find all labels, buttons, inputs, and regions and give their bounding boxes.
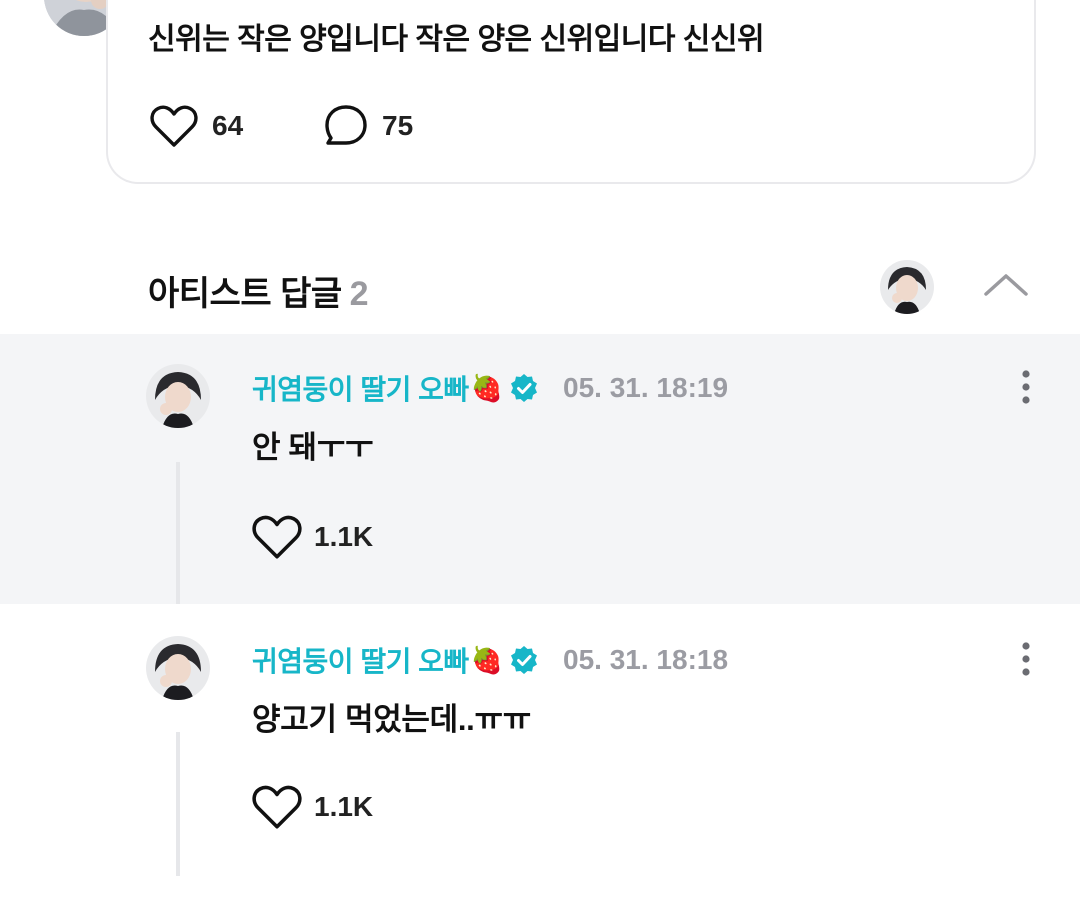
strawberry-emoji: 🍓	[470, 372, 504, 403]
post-text: 신위는 작은 양입니다 작은 양은 신위입니다 신신위	[148, 23, 765, 56]
reply-like-button[interactable]: 1.1K	[252, 784, 373, 830]
artist-avatar[interactable]	[880, 260, 934, 314]
heart-icon	[150, 105, 198, 147]
heart-icon	[252, 515, 302, 559]
reply-author-name[interactable]: 귀염둥이 딸기 오빠	[252, 368, 469, 408]
collapse-button[interactable]	[982, 270, 1030, 302]
reply-text: 안 돼ㅜㅜ	[252, 430, 374, 465]
reply-like-count: 1.1K	[314, 521, 374, 552]
verified-badge-icon	[511, 646, 538, 674]
heart-icon	[252, 785, 302, 829]
strawberry-emoji: 🍓	[470, 644, 504, 675]
thread-line	[176, 462, 180, 604]
section-title-label: 아티스트 답글	[148, 275, 342, 313]
reply-header: 귀염둥이 딸기 오빠 🍓 05. 31. 18:19	[252, 368, 728, 408]
reply-author-name[interactable]: 귀염둥이 딸기 오빠	[252, 640, 469, 680]
post-like-count: 64	[212, 110, 244, 141]
artist-reply-item: 귀염둥이 딸기 오빠 🍓 05. 31. 18:19 안 돼ㅜㅜ 1.1K	[0, 334, 1080, 604]
thread-line	[176, 732, 180, 876]
vertical-dots-icon	[1022, 370, 1030, 404]
artist-reply-item: 귀염둥이 딸기 오빠 🍓 05. 31. 18:18 양고기 먹었는데..ㅠㅠ …	[0, 604, 1080, 908]
artist-replies-title: 아티스트 답글 2	[148, 266, 369, 315]
speech-bubble-icon	[325, 105, 367, 145]
post-comment-count: 75	[382, 110, 414, 141]
reply-like-button[interactable]: 1.1K	[252, 514, 373, 560]
chevron-up-icon	[984, 274, 1028, 296]
reply-author-avatar[interactable]	[146, 636, 210, 700]
reply-timestamp: 05. 31. 18:19	[563, 372, 729, 403]
verified-badge-icon	[511, 374, 538, 402]
post-like-button[interactable]: 64	[150, 104, 243, 148]
reply-text: 양고기 먹었는데..ㅠㅠ	[252, 702, 531, 737]
reply-more-button[interactable]	[1016, 640, 1036, 680]
reply-header: 귀염둥이 딸기 오빠 🍓 05. 31. 18:18	[252, 640, 728, 680]
post-comment-button[interactable]: 75	[324, 104, 413, 148]
vertical-dots-icon	[1022, 642, 1030, 676]
reply-like-count: 1.1K	[314, 791, 374, 822]
artist-replies-count: 2	[349, 275, 369, 313]
reply-more-button[interactable]	[1016, 368, 1036, 408]
reply-timestamp: 05. 31. 18:18	[563, 644, 729, 675]
reply-author-avatar[interactable]	[146, 364, 210, 428]
